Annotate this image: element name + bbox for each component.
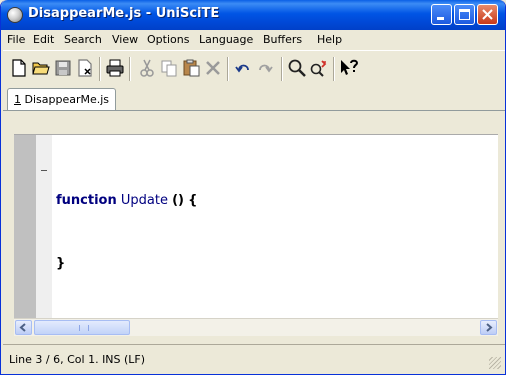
undo-icon [235,64,249,73]
paste-icon [183,59,200,77]
menu-options[interactable]: Options [147,33,189,46]
maximize-icon [459,9,470,20]
copy-icon [161,60,177,77]
redo-icon [259,64,273,73]
menu-buffers[interactable]: Buffers [263,33,302,46]
menu-edit[interactable]: Edit [33,33,54,46]
close-file-icon [78,59,92,77]
save-icon [55,60,71,76]
menu-search[interactable]: Search [64,33,102,46]
toolbar-separator [227,57,229,81]
print-button[interactable] [105,58,125,78]
delete-button[interactable] [203,58,223,78]
minimize-button[interactable] [431,4,452,25]
find-icon [288,59,306,77]
help-icon [341,59,359,75]
toolbar-separator [333,57,335,81]
tab-divider [3,110,505,111]
app-window: DisappearMe.js - UniSciTE File Edit Sear… [0,0,506,375]
status-text: Line 3 / 6, Col 1. INS (LF) [9,353,146,366]
save-button[interactable] [53,58,73,78]
buffer-tabs: 1 DisappearMe.js [3,86,505,110]
cut-button[interactable] [137,58,157,78]
close-file-button[interactable] [75,58,95,78]
toolbar-separator [99,57,101,81]
code-text[interactable]: function Update () { } [56,163,197,319]
toolbar-separator [129,57,131,81]
app-icon[interactable] [7,7,23,23]
open-button[interactable] [31,58,51,78]
scroll-right-button[interactable] [480,320,497,335]
close-icon [482,9,493,20]
redo-button[interactable] [255,58,275,78]
line-number-margin [14,135,36,321]
scroll-left-icon [19,323,26,332]
scroll-left-button[interactable] [15,320,32,335]
find-button[interactable] [287,58,307,78]
delete-icon [206,61,220,75]
tab-number: 1 [14,93,21,106]
open-brace-token: { [188,193,198,208]
parens-token: () [172,193,184,208]
scroll-thumb[interactable] [34,320,130,335]
tab-disappearme[interactable]: 1 DisappearMe.js [7,88,117,110]
fold-marker-icon[interactable] [41,170,47,171]
scroll-grip-icon [79,325,89,331]
minimize-icon [437,17,444,20]
window-title: DisappearMe.js - UniSciTE [28,6,220,21]
toolbar-separator [281,57,283,81]
code-editor[interactable]: function Update () { } [14,134,498,321]
copy-button[interactable] [159,58,179,78]
keyword-token: function [56,193,117,208]
status-bar: Line 3 / 6, Col 1. INS (LF) [3,344,505,373]
fold-margin [36,135,52,321]
menu-bar: File Edit Search View Options Language B… [1,30,505,49]
horizontal-scrollbar[interactable] [14,318,498,336]
open-folder-icon [32,62,50,75]
close-brace-token: } [56,256,66,271]
title-bar[interactable]: DisappearMe.js - UniSciTE [1,0,505,30]
scroll-right-icon [486,323,493,332]
cut-icon [140,59,154,77]
identifier-token: Update [120,193,168,208]
print-icon [106,59,124,77]
new-file-icon [12,59,26,77]
code-line: function Update () { [56,193,197,226]
menu-help[interactable]: Help [317,33,342,46]
maximize-button[interactable] [454,4,475,25]
paste-button[interactable] [181,58,201,78]
menu-view[interactable]: View [112,33,138,46]
menu-file[interactable]: File [7,33,25,46]
replace-button[interactable] [309,58,329,78]
tab-label: DisappearMe.js [24,93,110,106]
code-line: } [56,256,197,289]
close-button[interactable] [477,4,498,25]
new-file-button[interactable] [9,58,29,78]
toolbar [3,50,505,87]
resize-grip-icon[interactable] [489,357,501,369]
replace-icon [310,60,327,77]
undo-button[interactable] [233,58,253,78]
menu-language[interactable]: Language [199,33,253,46]
help-button[interactable] [339,58,359,78]
